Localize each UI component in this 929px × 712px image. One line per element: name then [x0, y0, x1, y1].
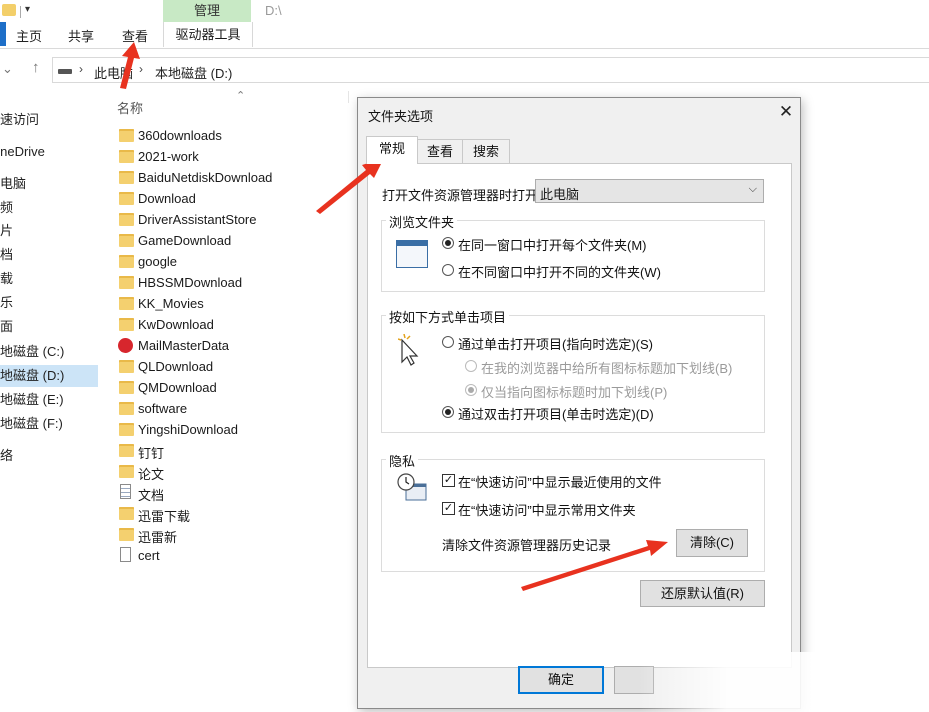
annotation-arrow-clear-button	[521, 540, 668, 591]
annotation-arrow-general-tab	[316, 158, 384, 214]
annotation-arrow-view-tab	[120, 42, 140, 89]
annotation-arrows	[120, 42, 668, 591]
tab-general[interactable]: 常规	[366, 136, 418, 164]
